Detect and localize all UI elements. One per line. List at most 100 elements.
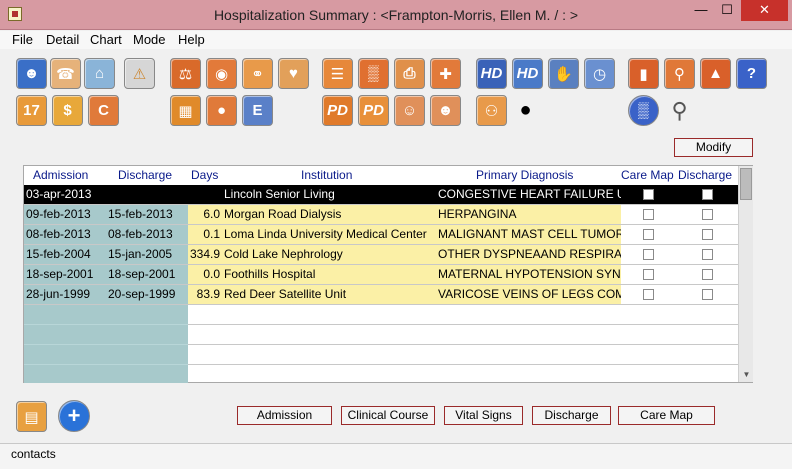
group-icon[interactable]: ⚇ [476, 95, 507, 126]
care-map-checkbox[interactable] [643, 229, 654, 240]
menu-detail[interactable]: Detail [46, 32, 79, 47]
menu-mode[interactable]: Mode [133, 32, 166, 47]
document-icon[interactable]: ☰ [322, 58, 353, 89]
header-discharge[interactable]: Discharge [118, 166, 172, 185]
empty-row [24, 325, 188, 345]
table-row[interactable]: 08-feb-2013 08-feb-2013 0.1 Loma Linda U… [24, 225, 738, 245]
bar-chart-icon[interactable]: ▒ [628, 95, 659, 126]
header-days[interactable]: Days [191, 166, 218, 185]
magnifier-report-icon[interactable]: ⚲ [664, 58, 695, 89]
close-button[interactable]: ✕ [741, 0, 788, 21]
status-text: contacts [11, 447, 56, 461]
days-cell: 0.0 [203, 267, 220, 281]
care-map-checkbox[interactable] [643, 249, 654, 260]
header-discharge-flag[interactable]: Discharge [678, 166, 732, 185]
institution-cell: Cold Lake Nephrology [224, 247, 343, 261]
zoom-icon[interactable]: ⚲ [664, 95, 695, 126]
admission-cell: 03-apr-2013 [26, 187, 92, 201]
home-icon[interactable]: ⌂ [84, 58, 115, 89]
care-map-checkbox[interactable] [643, 289, 654, 300]
phone-icon[interactable]: ☎ [50, 58, 81, 89]
institution-cell: Lincoln Senior Living [224, 187, 335, 201]
warning-icon[interactable]: ⚠ [124, 58, 155, 89]
stethoscope-icon[interactable]: ⚭ [242, 58, 273, 89]
diagnosis-cell: OTHER DYSPNEAAND RESPIRA [438, 247, 621, 261]
camera-icon[interactable]: ● [510, 95, 541, 126]
diagnosis-cell: MALIGNANT MAST CELL TUMOR [438, 227, 621, 241]
minimize-button[interactable]: — [688, 0, 714, 21]
institution-cell: Red Deer Satellite Unit [224, 287, 347, 301]
person-icon[interactable]: ☻ [16, 58, 47, 89]
header-care-map[interactable]: Care Map [621, 166, 674, 185]
table-row[interactable]: 28-jun-1999 20-sep-1999 83.9 Red Deer Sa… [24, 285, 738, 305]
discharge-button[interactable]: Discharge [532, 406, 611, 425]
test-tubes-icon[interactable]: ▮ [628, 58, 659, 89]
flag-icon[interactable]: E [242, 95, 273, 126]
scrollbar-thumb[interactable] [740, 168, 752, 200]
empty-row [24, 345, 188, 365]
menu-file[interactable]: File [12, 32, 33, 47]
open-folder-icon[interactable]: ▤ [16, 401, 47, 432]
header-institution[interactable]: Institution [301, 166, 352, 185]
diagnosis-cell: VARICOSE VEINS OF LEGS COM [438, 287, 621, 301]
medical-kit-icon[interactable]: ✚ [430, 58, 461, 89]
maximize-button[interactable]: ☐ [714, 0, 740, 21]
menu-chart[interactable]: Chart [90, 32, 122, 47]
pd-icon[interactable]: PD [358, 95, 389, 126]
handshake-icon[interactable]: ♥ [278, 58, 309, 89]
dollar-icon[interactable]: $ [52, 95, 83, 126]
add-icon[interactable]: + [58, 400, 90, 432]
diagnosis-cell: CONGESTIVE HEART FAILURE U [438, 187, 621, 201]
body-front-icon[interactable]: ☺ [394, 95, 425, 126]
care-map-checkbox[interactable] [643, 189, 654, 200]
vertical-scrollbar[interactable]: ▼ [738, 166, 753, 382]
discharge-checkbox[interactable] [702, 229, 713, 240]
discharge-checkbox[interactable] [702, 209, 713, 220]
printer-icon[interactable]: ⎙ [394, 58, 425, 89]
discharge-checkbox[interactable] [702, 249, 713, 260]
institution-cell: Loma Linda University Medical Center [224, 227, 427, 241]
care-map-checkbox[interactable] [643, 269, 654, 280]
table-row[interactable]: 03-apr-2013 Lincoln Senior Living CONGES… [24, 185, 738, 205]
hd-icon[interactable]: HD [512, 58, 543, 89]
admission-button[interactable]: Admission [237, 406, 332, 425]
clinical-course-button[interactable]: Clinical Course [341, 406, 435, 425]
vital-signs-button[interactable]: Vital Signs [444, 406, 523, 425]
header-admission[interactable]: Admission [33, 166, 88, 185]
calendar-icon[interactable]: 17 [16, 95, 47, 126]
discharge-checkbox[interactable] [702, 189, 713, 200]
lab-icon[interactable]: ▲ [700, 58, 731, 89]
puzzle-icon[interactable]: ▦ [170, 95, 201, 126]
discharge-checkbox[interactable] [702, 289, 713, 300]
discharge-cell: 20-sep-1999 [108, 287, 176, 301]
clock-icon[interactable]: ◷ [584, 58, 615, 89]
apple-icon[interactable]: ● [206, 95, 237, 126]
modify-button[interactable]: Modify [674, 138, 753, 157]
hand-icon[interactable]: ✋ [548, 58, 579, 89]
table-row[interactable]: 15-feb-2004 15-jan-2005 334.9 Cold Lake … [24, 245, 738, 265]
body-back-icon[interactable]: ☻ [430, 95, 461, 126]
care-map-button[interactable]: Care Map [618, 406, 715, 425]
discharge-cell: 18-sep-2001 [108, 267, 176, 281]
gavel-icon[interactable]: ⚖ [170, 58, 201, 89]
header-primary-diagnosis[interactable]: Primary Diagnosis [476, 166, 573, 185]
care-map-checkbox[interactable] [643, 209, 654, 220]
table-row[interactable]: 09-feb-2013 15-feb-2013 6.0 Morgan Road … [24, 205, 738, 225]
scroll-down-arrow-icon[interactable]: ▼ [741, 369, 752, 380]
days-cell: 83.9 [196, 287, 220, 301]
help-icon[interactable]: ? [736, 58, 767, 89]
discharge-cell: 15-feb-2013 [108, 207, 173, 221]
days-cell: 334.9 [189, 247, 220, 261]
c-icon[interactable]: C [88, 95, 119, 126]
menu-help[interactable]: Help [178, 32, 205, 47]
empty-row [188, 305, 738, 325]
pills-icon[interactable]: ◉ [206, 58, 237, 89]
hd-icon[interactable]: HD [476, 58, 507, 89]
pd-icon[interactable]: PD [322, 95, 353, 126]
discharge-cell [108, 185, 178, 204]
table-row[interactable]: 18-sep-2001 18-sep-2001 0.0 Foothills Ho… [24, 265, 738, 285]
discharge-checkbox[interactable] [702, 269, 713, 280]
admission-cell: 15-feb-2004 [26, 247, 91, 261]
chart-icon[interactable]: ▒ [358, 58, 389, 89]
days-cell: 6.0 [203, 207, 220, 221]
